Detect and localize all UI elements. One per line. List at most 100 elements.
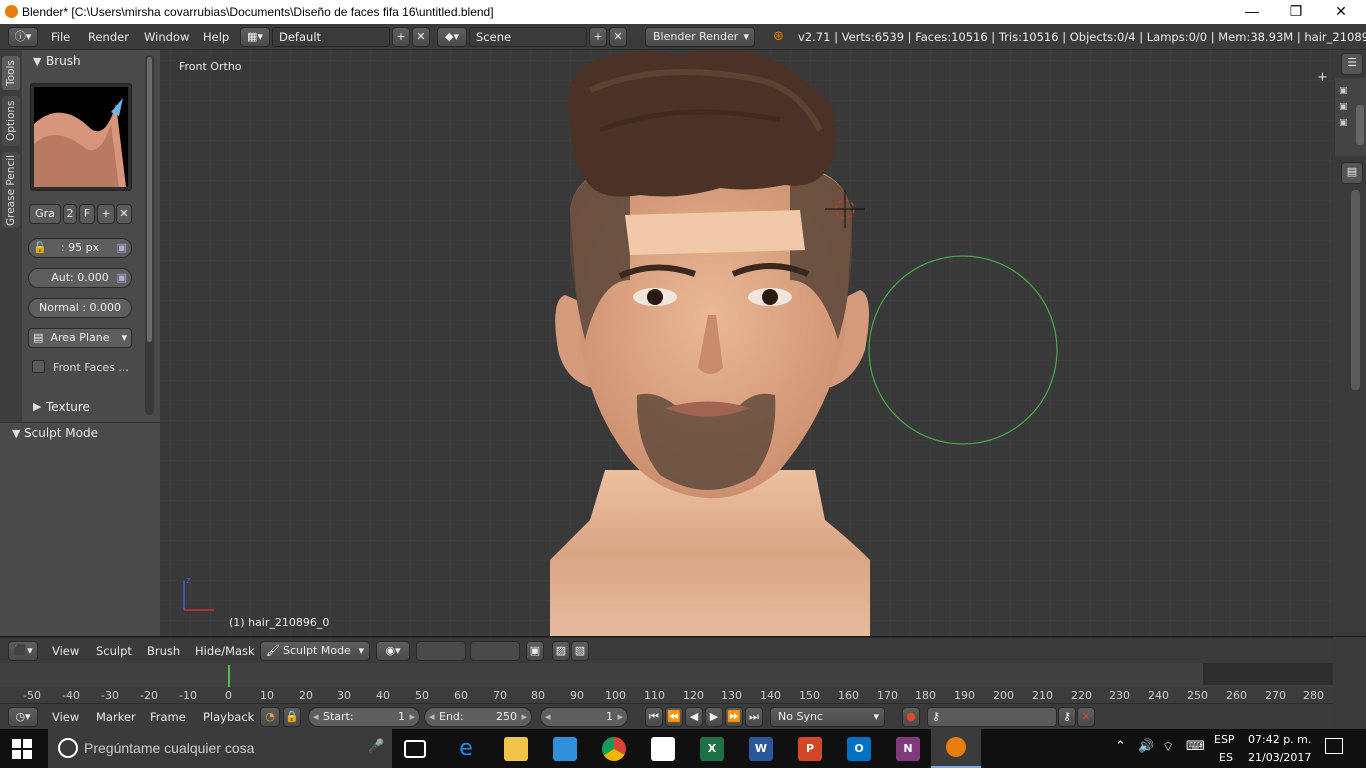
action-center-icon[interactable] [1325, 738, 1343, 754]
menu-view[interactable]: View [52, 710, 79, 724]
delete-keyframe-icon[interactable]: ✕ [1077, 707, 1095, 727]
current-frame-indicator[interactable] [228, 665, 230, 687]
store-icon[interactable] [651, 737, 675, 761]
edge-browser-icon[interactable]: e [454, 737, 478, 761]
input-language[interactable]: ESP [1214, 733, 1235, 746]
menu-playback[interactable]: Playback [203, 710, 254, 724]
pressure-icon[interactable]: ▣ [117, 269, 127, 287]
prev-keyframe-icon[interactable]: ⏪ [665, 707, 683, 727]
tab-tools[interactable]: Tools [2, 56, 20, 90]
render-preview-icon[interactable]: ▨ [552, 641, 570, 661]
3d-viewport[interactable]: Front Ortho z (1) hair_210896_0 + [160, 50, 1333, 636]
remove-layout-icon[interactable]: ✕ [412, 27, 430, 47]
end-frame-field[interactable]: ◂ End: 250 ▸ [424, 707, 532, 727]
tab-options[interactable]: Options [2, 96, 20, 146]
add-region-icon[interactable]: + [1317, 70, 1328, 85]
wifi-icon[interactable]: ⌔ [1162, 739, 1174, 755]
clock-icon[interactable]: ◔ [260, 707, 280, 727]
layer-lock-icon[interactable]: ▣ [526, 641, 544, 661]
chrome-icon[interactable] [602, 737, 626, 761]
render-engine-dropdown[interactable]: Blender Render ▾ [645, 27, 755, 47]
current-frame-field[interactable]: ◂ 1 ▸ [540, 707, 628, 727]
clock-time[interactable]: 07:42 p. m. [1248, 733, 1311, 746]
head-model[interactable] [160, 50, 1333, 636]
layers-group-1[interactable] [416, 641, 466, 661]
menu-sculpt[interactable]: Sculpt [96, 644, 132, 658]
layout-field[interactable]: Default [272, 27, 390, 47]
show-hidden-icons-icon[interactable]: ⌃ [1115, 739, 1126, 754]
scene-icon[interactable]: ◆▾ [437, 27, 467, 47]
volume-icon[interactable]: 🔊 [1138, 739, 1154, 754]
remove-scene-icon[interactable]: ✕ [609, 27, 627, 47]
onenote-icon[interactable]: N [896, 737, 920, 761]
outlook-icon[interactable]: O [847, 737, 871, 761]
clock-date[interactable]: 21/03/2017 [1248, 751, 1311, 764]
monitor-app-icon[interactable] [553, 737, 577, 761]
normal-weight-field[interactable]: Normal : 0.000 [28, 298, 132, 318]
keyboard-icon[interactable]: ⌨ [1186, 739, 1205, 754]
lock-icon[interactable]: 🔒 [283, 707, 301, 727]
brush-name-field[interactable]: Gra [29, 204, 61, 224]
menu-frame[interactable]: Frame [150, 710, 186, 724]
menu-file[interactable]: File [51, 30, 70, 44]
menu-window[interactable]: Window [144, 30, 189, 44]
mode-dropdown[interactable]: 🖌 Sculpt Mode ▾ [260, 641, 370, 661]
record-icon[interactable]: ● [902, 707, 920, 727]
add-brush-icon[interactable]: + [97, 204, 115, 224]
timeline[interactable]: -50 -40 -30 -20 -10 0 10 20 30 40 50 60 … [0, 663, 1333, 703]
properties-scrollbar[interactable] [1351, 190, 1360, 390]
editor-type-timeline-icon[interactable]: ◷▾ [8, 707, 38, 727]
menu-marker[interactable]: Marker [96, 710, 136, 724]
properties-editor-icon[interactable]: ▤ [1341, 162, 1363, 184]
screen-layout-icon[interactable]: ▦▾ [240, 27, 270, 47]
outliner-scrollbar[interactable] [1356, 105, 1364, 145]
menu-view[interactable]: View [52, 644, 79, 658]
jump-start-icon[interactable]: ⏮ [645, 707, 663, 727]
sync-dropdown[interactable]: No Sync ▾ [770, 707, 885, 727]
close-button[interactable]: ✕ [1318, 0, 1364, 24]
expand-arrow-icon[interactable]: ▶ [33, 400, 41, 413]
collapse-arrow-icon[interactable]: ▼ [12, 427, 20, 440]
menu-help[interactable]: Help [203, 30, 229, 44]
sculpt-plane-dropdown[interactable]: ▤ Area Plane ▾ [28, 328, 132, 348]
maximize-button[interactable]: ❐ [1273, 0, 1319, 24]
start-frame-field[interactable]: ◂ Start: 1 ▸ [308, 707, 420, 727]
keying-set-field[interactable]: ⚷ [927, 707, 1057, 727]
blender-taskbar-button[interactable] [931, 729, 981, 768]
layers-group-2[interactable] [470, 641, 520, 661]
outliner-editor-icon[interactable]: ☰ [1341, 53, 1363, 75]
viewport-shading-icon[interactable]: ◉▾ [376, 641, 410, 661]
next-keyframe-icon[interactable]: ⏩ [725, 707, 743, 727]
editor-type-info-icon[interactable]: ⓘ▾ [8, 27, 38, 47]
minimize-button[interactable]: — [1229, 0, 1275, 24]
play-icon[interactable]: ▶ [705, 707, 723, 727]
menu-hide-mask[interactable]: Hide/Mask [195, 644, 255, 658]
jump-end-icon[interactable]: ⏭ [745, 707, 763, 727]
excel-icon[interactable]: X [700, 737, 724, 761]
sculpt-mode-panel-title[interactable]: Sculpt Mode [24, 426, 98, 440]
play-reverse-icon[interactable]: ◀ [685, 707, 703, 727]
microphone-icon[interactable]: 🎤 [368, 739, 384, 754]
brush-strength-field[interactable]: Aut: 0.000 ▣ [28, 268, 132, 288]
word-icon[interactable]: W [749, 737, 773, 761]
3d-cursor-icon[interactable] [825, 190, 865, 230]
windows-start-icon[interactable] [12, 739, 32, 759]
tool-shelf-scrollbar[interactable] [145, 55, 154, 415]
cortana-search-box[interactable]: Pregúntame cualquier cosa 🎤 [48, 729, 392, 768]
file-explorer-icon[interactable] [504, 737, 528, 761]
powerpoint-icon[interactable]: P [798, 737, 822, 761]
keyboard-layout[interactable]: ES [1219, 751, 1233, 764]
insert-keyframe-icon[interactable]: ⚷ [1058, 707, 1076, 727]
delete-brush-icon[interactable]: ✕ [116, 204, 132, 224]
menu-brush[interactable]: Brush [147, 644, 180, 658]
tab-grease-pencil[interactable]: Grease Pencil [2, 152, 20, 228]
add-layout-icon[interactable]: + [392, 27, 410, 47]
render-anim-icon[interactable]: ▧ [571, 641, 589, 661]
pressure-icon[interactable]: ▣ [117, 239, 127, 257]
brush-fake-user-button[interactable]: F [79, 204, 95, 224]
scene-field[interactable]: Scene [469, 27, 587, 47]
editor-type-3d-icon[interactable]: ⬛▾ [8, 641, 38, 661]
texture-panel-title[interactable]: Texture [46, 400, 90, 414]
front-faces-checkbox[interactable] [32, 360, 45, 373]
add-scene-icon[interactable]: + [589, 27, 607, 47]
